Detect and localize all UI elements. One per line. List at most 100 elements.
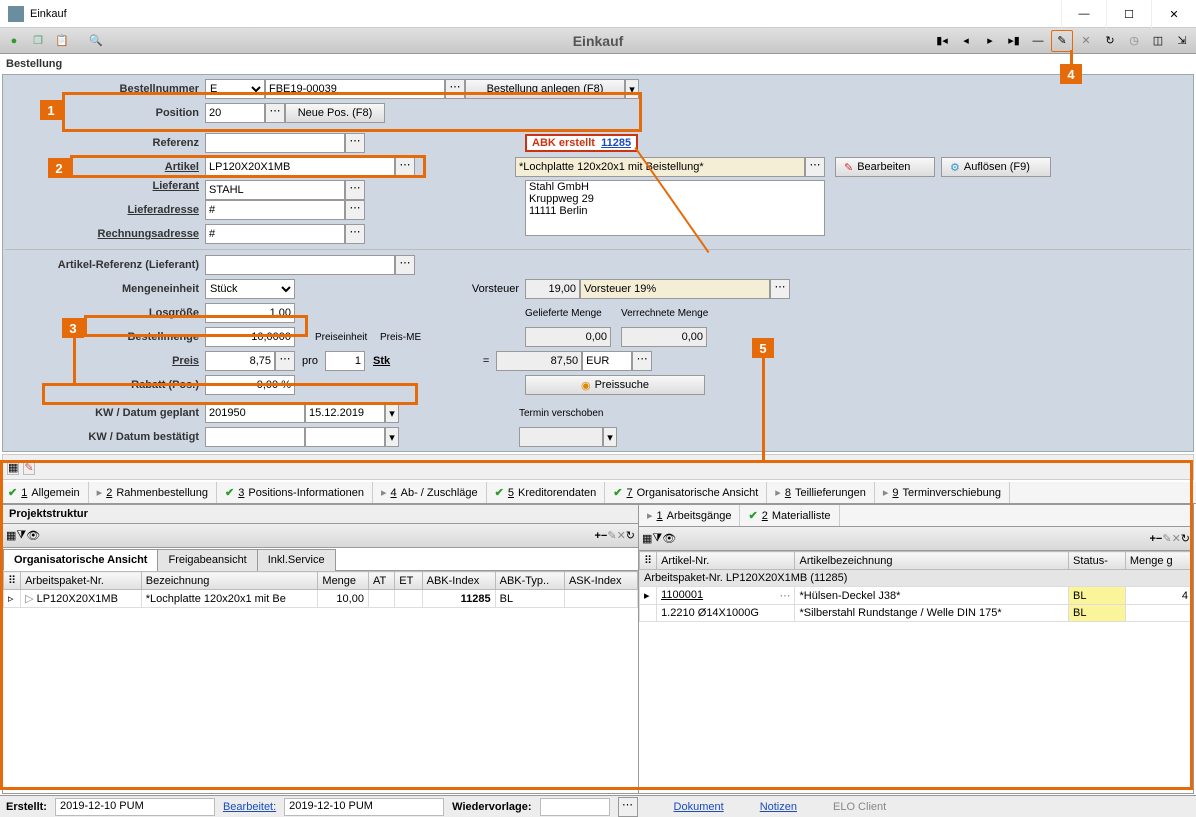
sub-tab[interactable]: Freigabeansicht (157, 549, 257, 571)
tab-kreditorendaten[interactable]: ✔ 5 Kreditorendaten (487, 482, 606, 503)
close-button[interactable]: ✕ (1151, 0, 1196, 28)
rechnungsadresse-label[interactable]: Rechnungsadresse (5, 228, 205, 240)
sub-tab[interactable]: Organisatorische Ansicht (3, 549, 158, 571)
tab-ab-zuschl-ge[interactable]: ▸ 4 Ab- / Zuschläge (373, 482, 487, 503)
bestellung-anlegen-button[interactable]: Bestellung anlegen (F8) (465, 79, 625, 99)
tab-terminverschiebung[interactable]: ▸ 9 Terminverschiebung (875, 482, 1010, 503)
bestellnummer-prefix[interactable]: E (205, 79, 265, 99)
lp-refresh-icon[interactable]: ↻ (626, 529, 635, 542)
lp-cancel-icon[interactable]: ✕ (617, 529, 626, 542)
refresh-icon[interactable]: ↻ (1099, 30, 1121, 52)
aufloesen-button[interactable]: ⚙Auflösen (F9) (941, 157, 1051, 177)
mengeneinheit-select[interactable]: Stück (205, 279, 295, 299)
position-input[interactable] (205, 103, 265, 123)
lp-grid-icon[interactable]: ▦ (6, 529, 16, 542)
notizen-link[interactable]: Notizen (760, 801, 797, 813)
referenz-input[interactable] (205, 133, 345, 153)
export-icon[interactable]: ⇲ (1171, 30, 1193, 52)
grid-icon[interactable]: ▦ (7, 460, 19, 475)
lp-view-icon[interactable]: 👁 (26, 529, 40, 542)
nav-prev-icon[interactable]: ◂ (955, 30, 977, 52)
preis-input[interactable] (205, 351, 275, 371)
wiedervorlage-lookup[interactable]: ⋯ (618, 797, 638, 817)
dokument-link[interactable]: Dokument (674, 801, 724, 813)
termin-verschoben-dd[interactable]: ▾ (603, 427, 617, 447)
artref-input[interactable] (205, 255, 395, 275)
artikel-desc-lookup[interactable]: ⋯ (805, 157, 825, 177)
preisme-link[interactable]: Stk (373, 355, 390, 367)
search-icon[interactable]: 🔍 (85, 30, 107, 52)
bearbeitet-link[interactable]: Bearbeitet: (223, 801, 276, 813)
cancel-icon[interactable]: ✕ (1075, 30, 1097, 52)
rp-grid-icon[interactable]: ▦ (642, 532, 652, 545)
rp-refresh-icon[interactable]: ↻ (1181, 532, 1190, 545)
sub-tab[interactable]: Inkl.Service (257, 549, 336, 571)
cur-lookup[interactable]: ⋯ (632, 351, 652, 371)
kwgeplant-kw[interactable] (205, 403, 305, 423)
clock-icon[interactable]: ◷ (1123, 30, 1145, 52)
nav-first-icon[interactable]: ▮◂ (931, 30, 953, 52)
preiseinheit-input[interactable] (325, 351, 365, 371)
bestellnummer-lookup[interactable]: ⋯ (445, 79, 465, 99)
tab-allgemein[interactable]: ✔ 1 Allgemein (0, 482, 89, 503)
bearbeiten-button[interactable]: ✎Bearbeiten (835, 157, 935, 177)
rechnungsadresse-lookup[interactable]: ⋯ (345, 224, 365, 244)
lieferant-lookup[interactable]: ⋯ (345, 180, 365, 200)
kwgeplant-dd[interactable]: ▾ (385, 403, 399, 423)
left-grid[interactable]: ⠿Arbeitspaket-Nr.BezeichnungMengeATETABK… (3, 571, 638, 793)
position-lookup[interactable]: ⋯ (265, 103, 285, 123)
artref-lookup[interactable]: ⋯ (395, 255, 415, 275)
sub-tab[interactable]: ✔ 2 Materialliste (740, 505, 839, 526)
sub-tab[interactable]: ▸ 1 Arbeitsgänge (639, 505, 740, 526)
tab-positions-informationen[interactable]: ✔ 3 Positions-Informationen (217, 482, 373, 503)
ok-icon[interactable]: ● (3, 30, 25, 52)
lieferadresse-lookup[interactable]: ⋯ (345, 200, 365, 220)
kwbest-datum[interactable] (305, 427, 385, 447)
rp-cancel-icon[interactable]: ✕ (1172, 532, 1181, 545)
lieferadresse-label[interactable]: Lieferadresse (5, 204, 205, 216)
copy-icon[interactable]: ❐ (27, 30, 49, 52)
remove-icon[interactable]: — (1027, 30, 1049, 52)
kwgeplant-datum[interactable] (305, 403, 385, 423)
bestellmenge-input[interactable] (205, 327, 295, 347)
bestellnummer-input[interactable] (265, 79, 445, 99)
note-icon[interactable]: ✎ (23, 460, 34, 475)
referenz-lookup[interactable]: ⋯ (345, 133, 365, 153)
tab-teillieferungen[interactable]: ▸ 8 Teillieferungen (767, 482, 875, 503)
wiedervorlage-input[interactable] (540, 798, 610, 816)
artikel-lookup[interactable]: ⋯ (395, 157, 415, 177)
artikel-input[interactable] (205, 157, 395, 177)
preis-cur[interactable] (582, 351, 632, 371)
lp-filter-icon[interactable]: ⧩ (16, 529, 26, 542)
minimize-button[interactable]: — (1061, 0, 1106, 28)
lieferadresse-input[interactable] (205, 200, 345, 220)
nav-next-icon[interactable]: ▸ (979, 30, 1001, 52)
cube-icon[interactable]: ◫ (1147, 30, 1169, 52)
tab-organisatorische-ansicht[interactable]: ✔ 7 Organisatorische Ansicht (605, 482, 767, 503)
neue-pos-button[interactable]: Neue Pos. (F8) (285, 103, 385, 123)
kwbest-kw[interactable] (205, 427, 305, 447)
maximize-button[interactable]: ☐ (1106, 0, 1151, 28)
vorsteuer-lookup[interactable]: ⋯ (770, 279, 790, 299)
rp-edit-icon[interactable]: ✎ (1162, 532, 1171, 545)
tab-rahmenbestellung[interactable]: ▸ 2 Rahmenbestellung (89, 482, 217, 503)
kwbest-dd[interactable]: ▾ (385, 427, 399, 447)
nav-last-icon[interactable]: ▸▮ (1003, 30, 1025, 52)
losgroesse-input[interactable] (205, 303, 295, 323)
preissuche-button[interactable]: ◉Preissuche (525, 375, 705, 395)
abk-link[interactable]: 11285 (601, 137, 631, 149)
preis-label[interactable]: Preis (5, 355, 205, 367)
bestellung-anlegen-dd[interactable]: ▾ (625, 79, 639, 99)
edit-icon[interactable]: ✎ (1051, 30, 1073, 52)
artikel-label[interactable]: Artikel (5, 161, 205, 173)
right-grid[interactable]: ⠿Artikel-Nr.ArtikelbezeichnungStatus-Men… (639, 551, 1193, 793)
rp-view-icon[interactable]: 👁 (662, 532, 676, 545)
lieferant-label[interactable]: Lieferant (5, 180, 205, 192)
paste-icon[interactable]: 📋 (51, 30, 73, 52)
lp-edit-icon[interactable]: ✎ (607, 529, 616, 542)
lieferant-input[interactable] (205, 180, 345, 200)
preis-lookup[interactable]: ⋯ (275, 351, 295, 371)
rabatt-input[interactable] (205, 375, 295, 395)
rechnungsadresse-input[interactable] (205, 224, 345, 244)
rp-filter-icon[interactable]: ⧩ (652, 532, 662, 545)
